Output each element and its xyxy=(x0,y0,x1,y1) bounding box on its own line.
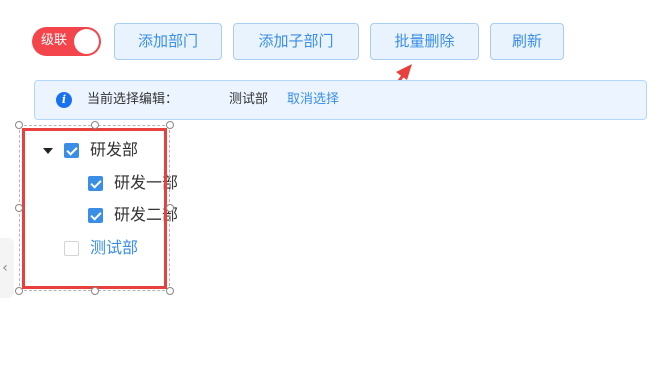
batch-delete-button[interactable]: 批量删除 xyxy=(370,23,479,60)
resize-handle[interactable] xyxy=(166,121,174,129)
selection-alert: i 当前选择编辑： 测试部 取消选择 xyxy=(34,80,647,120)
cancel-selection-link[interactable]: 取消选择 xyxy=(287,81,339,119)
add-sub-department-button[interactable]: 添加子部门 xyxy=(233,23,359,60)
resize-handle[interactable] xyxy=(91,287,99,295)
cascade-switch[interactable]: 级联 xyxy=(32,27,101,56)
add-department-button[interactable]: 添加部门 xyxy=(114,23,222,60)
info-icon: i xyxy=(56,92,72,108)
resize-handle[interactable] xyxy=(15,287,23,295)
resize-handle[interactable] xyxy=(15,204,23,212)
resize-handle[interactable] xyxy=(15,121,23,129)
resize-handle[interactable] xyxy=(166,204,174,212)
resize-handle[interactable] xyxy=(166,287,174,295)
alert-prefix: 当前选择编辑： xyxy=(87,92,179,107)
cascade-switch-label: 级联 xyxy=(41,33,68,48)
annotation-highlight-box xyxy=(22,128,167,289)
switch-knob xyxy=(74,29,99,54)
refresh-button[interactable]: 刷新 xyxy=(490,23,564,60)
resize-handle[interactable] xyxy=(91,121,99,129)
alert-selected-value: 测试部 xyxy=(229,92,269,107)
